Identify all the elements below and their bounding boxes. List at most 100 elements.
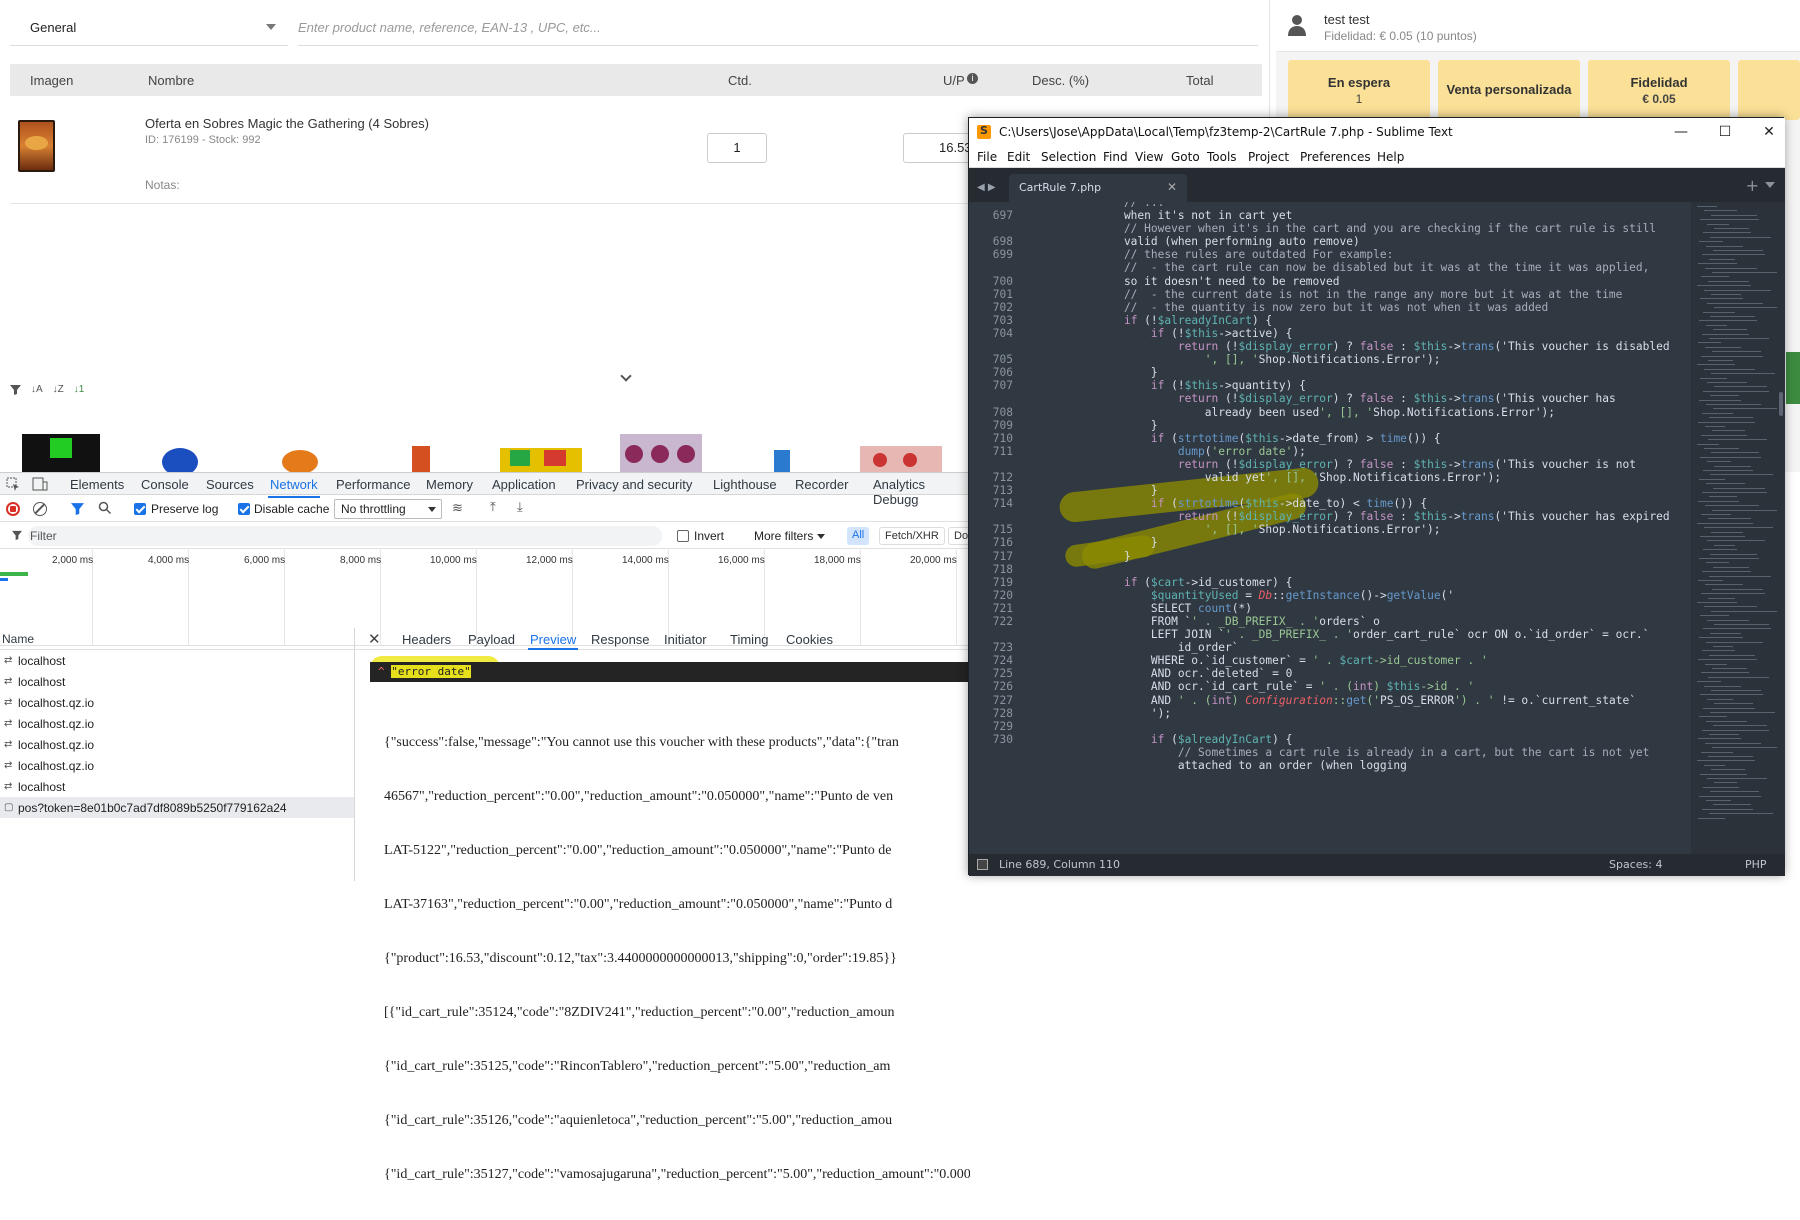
product-image[interactable] [140,432,222,472]
extra-tile[interactable] [1738,60,1800,120]
code-line[interactable]: return (!$display_error) ? false : $this… [969,510,1689,523]
code-line[interactable]: 699 // these rules are outdated For exam… [969,248,1689,261]
tab-performance[interactable]: Performance [336,477,410,492]
title-bar[interactable]: C:\Users\Jose\AppData\Local\Temp\fz3temp… [969,118,1785,146]
tab-timing[interactable]: Timing [730,632,769,647]
code-line[interactable]: 715 ', [], 'Shop.Notifications.Error'); [969,523,1689,536]
menu-selection[interactable]: Selection [1041,150,1096,164]
code-line[interactable]: 718 [969,563,1689,576]
syntax[interactable]: PHP [1745,858,1767,871]
panel-toggle-icon[interactable] [977,859,988,870]
tab-privacy[interactable]: Privacy and security [576,477,692,492]
code-line[interactable]: // However when it's in the cart and you… [969,222,1689,235]
upload-icon[interactable]: ⤒ [490,499,496,515]
code-line[interactable]: 716 } [969,536,1689,549]
product-image[interactable] [380,432,462,472]
indentation[interactable]: Spaces: 4 [1609,858,1662,871]
tab-recorder[interactable]: Recorder [795,477,848,492]
code-line[interactable]: 702 // - the quantity is now zero but it… [969,301,1689,314]
request-row[interactable]: ⇄ localhost [0,776,354,797]
invert-checkbox[interactable] [677,530,689,542]
new-tab-icon[interactable]: + [1746,176,1759,195]
product-image[interactable] [500,432,582,472]
code-line[interactable]: 729 [969,720,1689,733]
request-row-selected[interactable]: ▢ pos?token=8e01b0c7ad7df8089b5250f779162… [0,797,354,818]
code-line[interactable]: // ... [969,202,1689,209]
code-line[interactable]: 710 if (strtotime($this->date_from) > ti… [969,432,1689,445]
minimize-icon[interactable]: — [1669,122,1693,142]
custom-sale-button[interactable]: Venta personalizada [1438,60,1580,120]
code-line[interactable]: 709 } [969,419,1689,432]
code-line[interactable]: 707 if (!$this->quantity) { [969,379,1689,392]
code-line[interactable]: 713 } [969,484,1689,497]
code-line[interactable]: 719 if ($cart->id_customer) { [969,576,1689,589]
request-row[interactable]: ⇄ localhost [0,671,354,692]
tab-sources[interactable]: Sources [206,477,254,492]
menu-edit[interactable]: Edit [1007,150,1030,164]
code-line[interactable]: 703 if (!$alreadyInCart) { [969,314,1689,327]
clear-icon[interactable] [33,502,47,516]
inspect-element-icon[interactable] [6,477,20,491]
code-line[interactable]: 723 id_order` [969,641,1689,654]
code-line[interactable]: 727 AND ' . (int) Configuration::get('PS… [969,694,1689,707]
code-line[interactable]: 725 AND ocr.`deleted` = 0 [969,667,1689,680]
tab-payload[interactable]: Payload [468,632,515,647]
tab-preview[interactable]: Preview [527,632,579,650]
code-line[interactable]: 721 SELECT count(*) [969,602,1689,615]
menu-help[interactable]: Help [1377,150,1404,164]
more-filters-button[interactable]: More filters [754,529,813,543]
menu-goto[interactable]: Goto [1171,150,1200,164]
request-row[interactable]: ⇄ localhost [0,650,354,671]
menu-tools[interactable]: Tools [1207,150,1237,164]
tab-response[interactable]: Response [591,632,650,647]
code-line[interactable]: 700 so it doesn't need to be removed [969,275,1689,288]
sort-az-icon[interactable]: ↓A [31,384,43,395]
code-line[interactable]: 720 $quantityUsed = Db::getInstance()->g… [969,589,1689,602]
name-column-header[interactable]: Name [0,628,354,650]
code-line[interactable]: 722 FROM `' . _DB_PREFIX_ . 'orders` o [969,615,1689,628]
close-tab-icon[interactable]: ✕ [1167,180,1177,194]
code-line[interactable]: 701 // - the current date is not in the … [969,288,1689,301]
code-line[interactable]: 726 AND ocr.`id_cart_rule` = ' . (int) $… [969,680,1689,693]
tab-memory[interactable]: Memory [426,477,473,492]
menu-find[interactable]: Find [1103,150,1128,164]
tab-list-icon[interactable] [1765,182,1775,188]
tab-console[interactable]: Console [141,477,189,492]
product-search-input[interactable]: Enter product name, reference, EAN-13 , … [298,10,1258,46]
code-line[interactable]: 698 valid (when performing auto remove) [969,235,1689,248]
tab-elements[interactable]: Elements [70,477,124,492]
minimap[interactable] [1691,202,1777,854]
type-filter-all[interactable]: All [847,527,870,545]
tab-network[interactable]: Network [268,477,320,498]
throttling-select[interactable]: No throttling [334,499,442,519]
sort-number-icon[interactable]: ↓1 [74,384,85,395]
menu-project[interactable]: Project [1248,150,1289,164]
code-line[interactable]: 711 dump('error date'); [969,445,1689,458]
request-row[interactable]: ⇄ localhost.qz.io [0,713,354,734]
search-icon[interactable] [98,501,112,515]
code-line[interactable]: return (!$display_error) ? false : $this… [969,458,1689,471]
code-line[interactable]: attached to an order (when logging [969,759,1689,772]
tab-cookies[interactable]: Cookies [786,632,833,647]
on-hold-button[interactable]: En espera 1 [1288,60,1430,120]
sort-za-icon[interactable]: ↓Z [53,384,64,395]
code-editor[interactable]: // ... 697 when it's not in cart yet // H… [969,202,1785,854]
menu-file[interactable]: File [977,150,997,164]
preserve-log-checkbox[interactable] [134,503,146,515]
tab-application[interactable]: Application [492,477,556,492]
disable-cache-checkbox[interactable] [238,503,250,515]
network-conditions-icon[interactable]: ≋ [452,500,463,516]
info-icon[interactable]: i [967,73,978,84]
code-line[interactable]: 705 ', [], 'Shop.Notifications.Error'); [969,353,1689,366]
product-image[interactable] [260,432,342,472]
filter-icon[interactable] [71,502,84,515]
close-icon[interactable]: ✕ [368,630,381,648]
type-filter-fetch[interactable]: Fetch/XHR [879,527,945,545]
request-row[interactable]: ⇄ localhost.qz.io [0,692,354,713]
collapse-chevron-icon[interactable] [620,370,632,382]
code-line[interactable]: LEFT JOIN `' . _DB_PREFIX_ . 'order_cart… [969,628,1689,641]
menu-view[interactable]: View [1135,150,1163,164]
quantity-input[interactable]: 1 [707,133,767,163]
code-line[interactable]: // Sometimes a cart rule is already in a… [969,746,1689,759]
fidelity-button[interactable]: Fidelidad € 0.05 [1588,60,1730,120]
